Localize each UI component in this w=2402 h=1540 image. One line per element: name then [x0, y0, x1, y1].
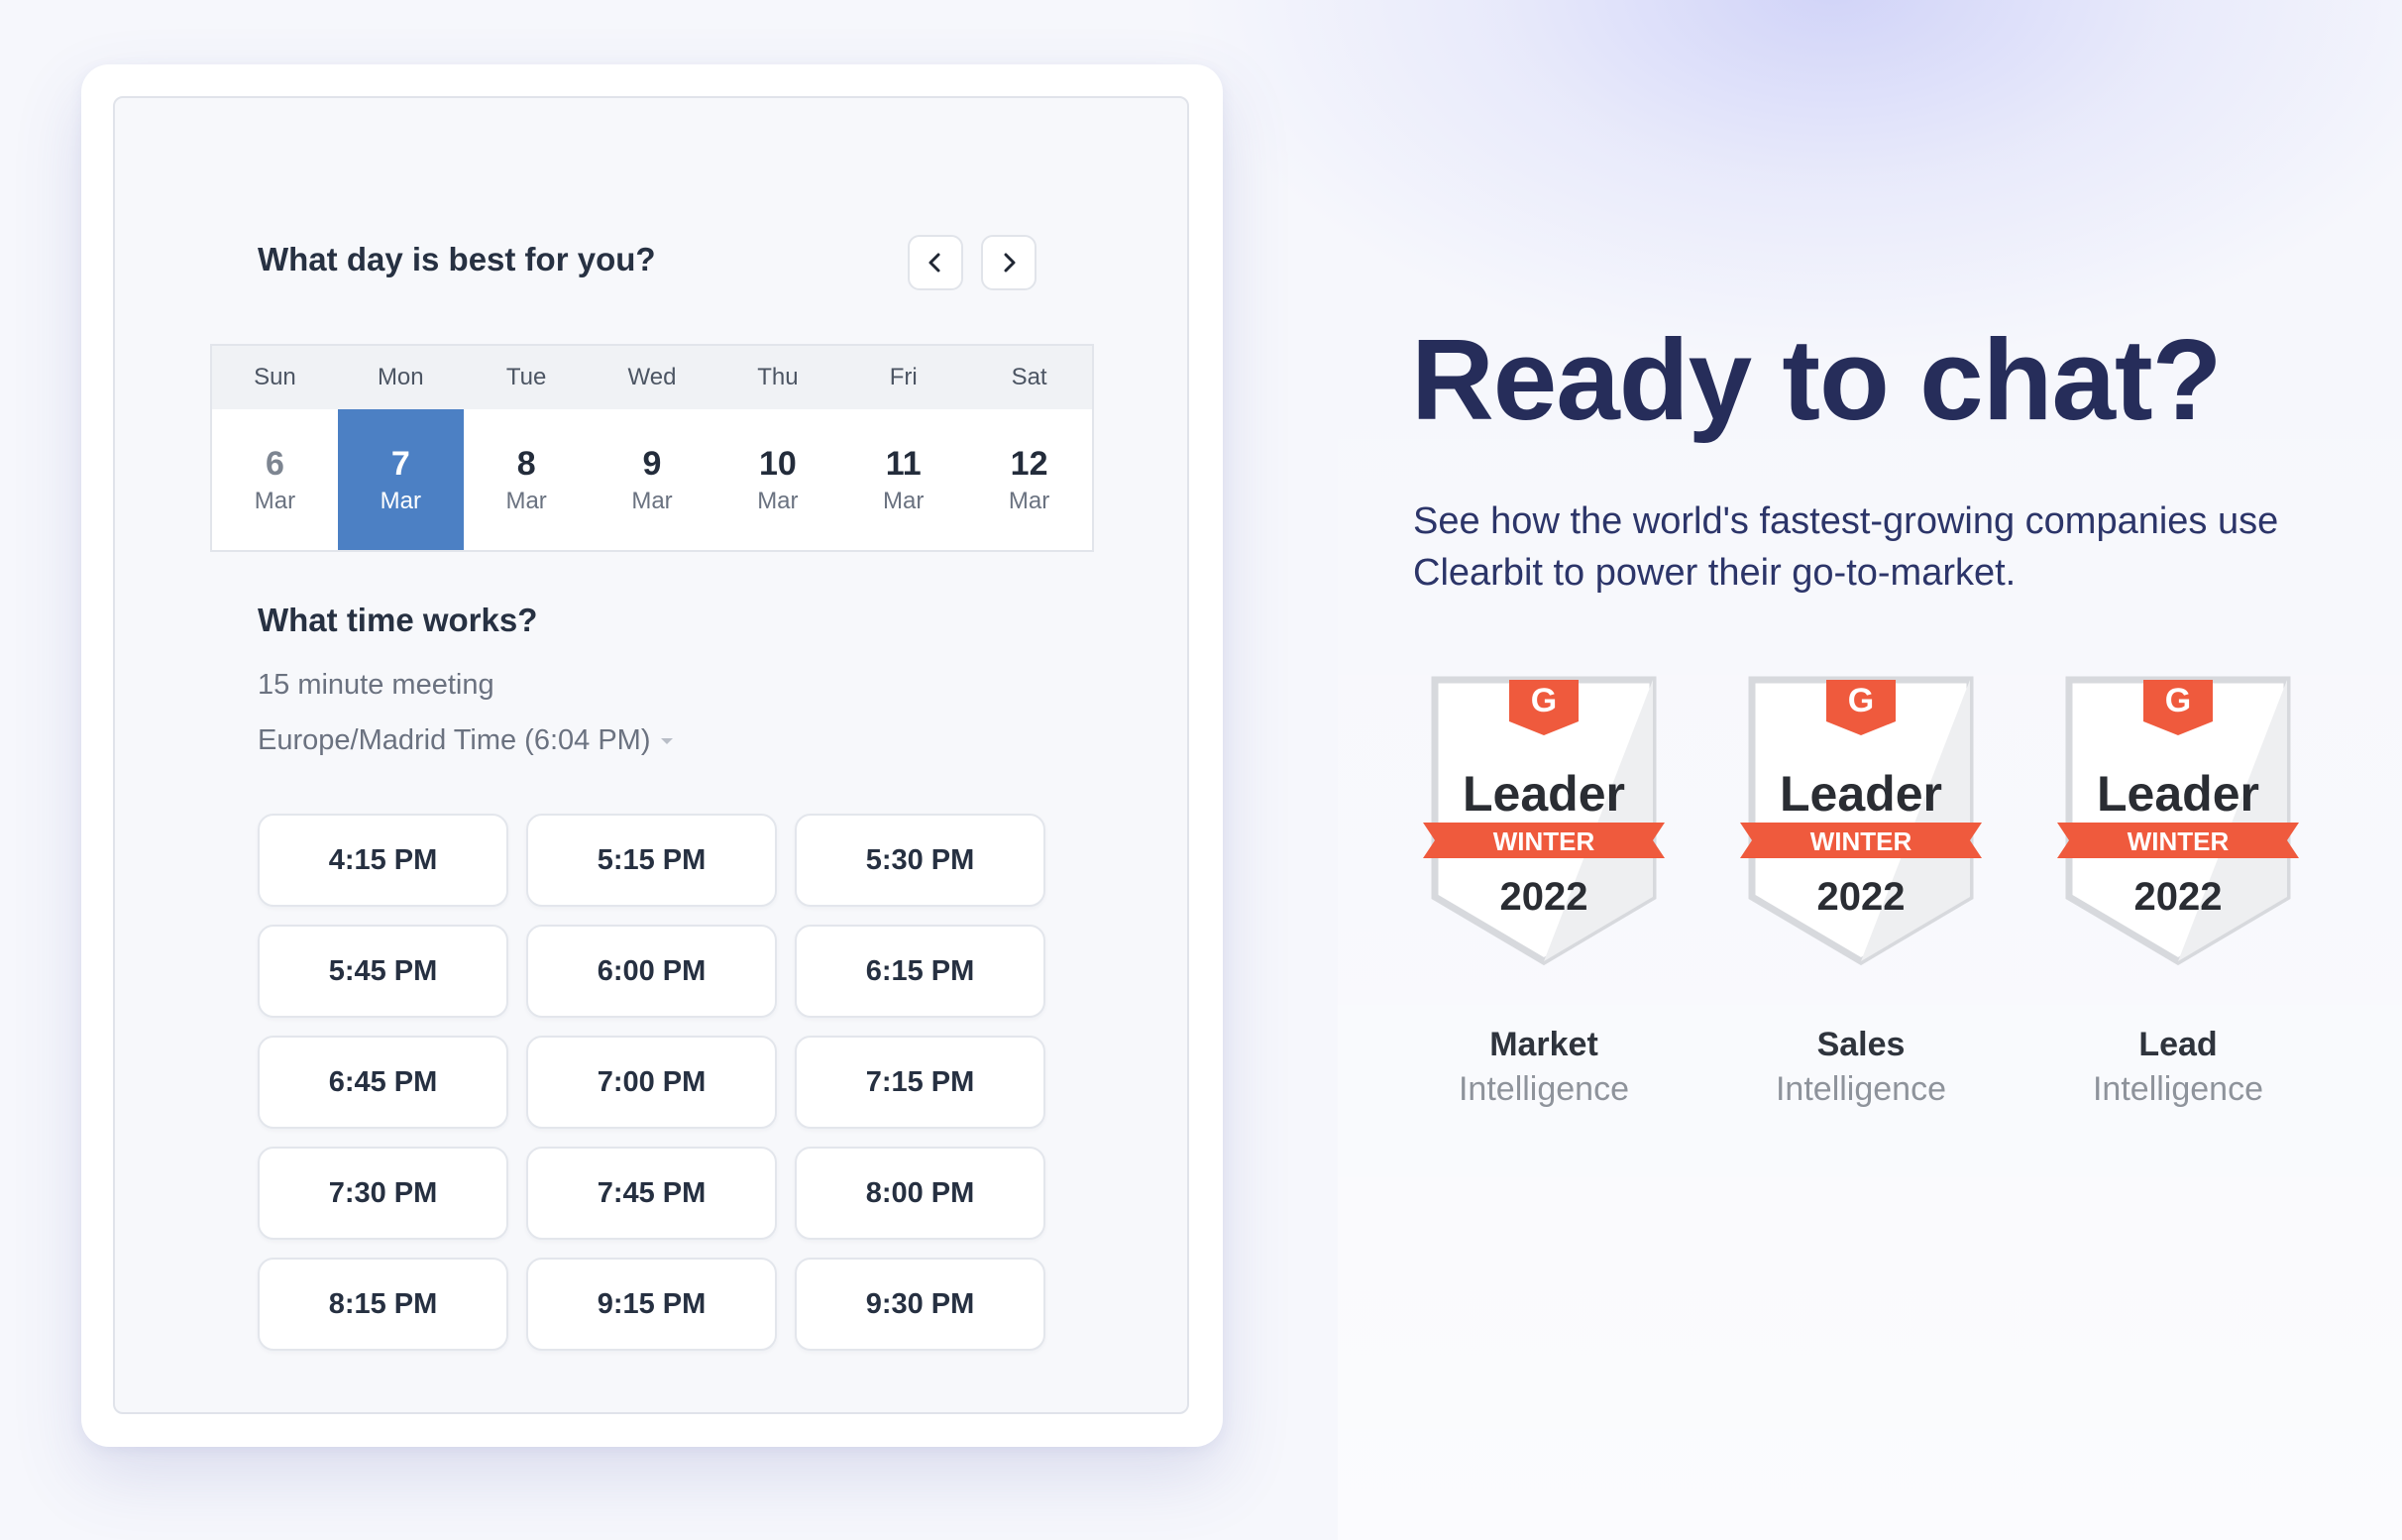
- day-month: Mar: [883, 488, 925, 514]
- day-number: 9: [642, 445, 662, 483]
- g2-badge-market-intelligence: G Leader WINTER 2022 Market Intelligence: [1405, 674, 1683, 1108]
- badge-subcategory: Intelligence: [1775, 1070, 1946, 1108]
- day-month: Mar: [505, 488, 547, 514]
- day-number: 7: [390, 445, 410, 483]
- day-cell-7-mar[interactable]: 7 Mar: [337, 409, 464, 550]
- time-slot-button[interactable]: 5:45 PM: [258, 925, 508, 1018]
- badge-category: Sales: [1816, 1026, 1906, 1063]
- badge-category: Market: [1489, 1026, 1598, 1063]
- day-cell-10-mar[interactable]: 10 Mar: [714, 409, 841, 550]
- svg-text:WINTER: WINTER: [1810, 826, 1912, 856]
- day-number: 8: [516, 445, 536, 483]
- day-month: Mar: [254, 488, 296, 514]
- svg-text:Leader: Leader: [2097, 766, 2259, 822]
- svg-text:Leader: Leader: [1463, 766, 1625, 822]
- svg-text:G: G: [1848, 682, 1874, 719]
- time-slot-button[interactable]: 8:15 PM: [258, 1258, 508, 1351]
- caret-down-icon: [661, 737, 674, 744]
- time-slot-button[interactable]: 6:15 PM: [795, 925, 1045, 1018]
- badge-category: Lead: [2138, 1026, 2218, 1063]
- time-slot-button[interactable]: 7:30 PM: [258, 1147, 508, 1240]
- day-cell-6-mar: 6 Mar: [212, 409, 338, 550]
- g2-badge-row: G Leader WINTER 2022 Market Intelligence…: [1405, 674, 2317, 1108]
- chevron-left-icon: [928, 253, 940, 273]
- time-slot-button[interactable]: 8:00 PM: [795, 1147, 1045, 1240]
- day-cell-12-mar[interactable]: 12 Mar: [966, 409, 1093, 550]
- hero-subtitle: See how the world's fastest-growing comp…: [1413, 500, 2279, 594]
- weekday-label: Thu: [757, 364, 799, 390]
- badge-subcategory: Intelligence: [2092, 1070, 2263, 1108]
- weekday-label: Tue: [505, 364, 547, 390]
- time-slot-button[interactable]: 9:15 PM: [526, 1258, 777, 1351]
- day-row: 6 Mar 7 Mar 8 Mar 9 Mar 10 Mar 11 Mar 12…: [212, 409, 1093, 550]
- scheduler-frame: What day is best for you? Sun Mon Tue We…: [113, 96, 1189, 1414]
- day-number: 12: [1010, 445, 1048, 483]
- day-month: Mar: [757, 488, 799, 514]
- time-slot-button[interactable]: 5:30 PM: [795, 814, 1045, 907]
- svg-text:Leader: Leader: [1780, 766, 1942, 822]
- chevron-right-icon: [1004, 253, 1016, 273]
- weekday-label: Sat: [1011, 364, 1047, 390]
- day-cell-9-mar[interactable]: 9 Mar: [589, 409, 715, 550]
- g2-leader-badge-graphic: G Leader WINTER 2022: [2057, 676, 2299, 966]
- next-week-button[interactable]: [981, 235, 1037, 290]
- time-slot-button[interactable]: 6:45 PM: [258, 1036, 508, 1129]
- time-slot-button[interactable]: 4:15 PM: [258, 814, 508, 907]
- time-question: What time works?: [258, 602, 538, 638]
- svg-text:G: G: [2165, 682, 2191, 719]
- hero-title: Ready to chat?: [1411, 315, 2222, 444]
- day-month: Mar: [1008, 488, 1050, 514]
- time-slot-button[interactable]: 7:15 PM: [795, 1036, 1045, 1129]
- badge-subcategory: Intelligence: [1458, 1070, 1629, 1108]
- time-slot-button[interactable]: 5:15 PM: [526, 814, 777, 907]
- svg-text:WINTER: WINTER: [1493, 826, 1595, 856]
- time-slot-grid: 4:15 PM 5:15 PM 5:30 PM 5:45 PM 6:00 PM …: [258, 814, 1045, 1351]
- time-slot-button[interactable]: 7:45 PM: [526, 1147, 777, 1240]
- g2-badge-sales-intelligence: G Leader WINTER 2022 Sales Intelligence: [1722, 674, 2000, 1108]
- day-number: 6: [265, 445, 284, 483]
- time-slot-button[interactable]: 9:30 PM: [795, 1258, 1045, 1351]
- day-number: 11: [885, 445, 922, 483]
- svg-text:2022: 2022: [1500, 875, 1588, 919]
- day-number: 10: [758, 445, 797, 483]
- weekday-label: Mon: [377, 364, 424, 390]
- svg-text:G: G: [1531, 682, 1557, 719]
- meeting-length: 15 minute meeting: [258, 669, 494, 701]
- g2-leader-badge-graphic: G Leader WINTER 2022: [1423, 676, 1665, 966]
- svg-text:2022: 2022: [1817, 875, 1906, 919]
- g2-badge-lead-intelligence: G Leader WINTER 2022 Lead Intelligence: [2039, 674, 2317, 1108]
- weekday-label: Fri: [889, 364, 918, 390]
- week-calendar: Sun Mon Tue Wed Thu Fri Sat 6 Mar 7 Mar …: [210, 344, 1094, 552]
- day-question: What day is best for you?: [258, 241, 656, 277]
- g2-leader-badge-graphic: G Leader WINTER 2022: [1740, 676, 1982, 966]
- day-cell-8-mar[interactable]: 8 Mar: [463, 409, 590, 550]
- day-cell-11-mar[interactable]: 11 Mar: [840, 409, 967, 550]
- weekday-label: Wed: [627, 364, 677, 390]
- svg-text:WINTER: WINTER: [2128, 826, 2230, 856]
- svg-text:2022: 2022: [2134, 875, 2223, 919]
- day-month: Mar: [380, 488, 421, 514]
- time-slot-button[interactable]: 7:00 PM: [526, 1036, 777, 1129]
- time-slot-button[interactable]: 6:00 PM: [526, 925, 777, 1018]
- previous-week-button[interactable]: [908, 235, 963, 290]
- day-month: Mar: [631, 488, 673, 514]
- weekday-header: Sun Mon Tue Wed Thu Fri Sat: [212, 346, 1092, 409]
- timezone-select[interactable]: Europe/Madrid Time (6:04 PM): [258, 724, 674, 757]
- timezone-label: Europe/Madrid Time (6:04 PM): [258, 724, 651, 756]
- weekday-label: Sun: [254, 364, 296, 390]
- scheduler-card: What day is best for you? Sun Mon Tue We…: [81, 64, 1223, 1447]
